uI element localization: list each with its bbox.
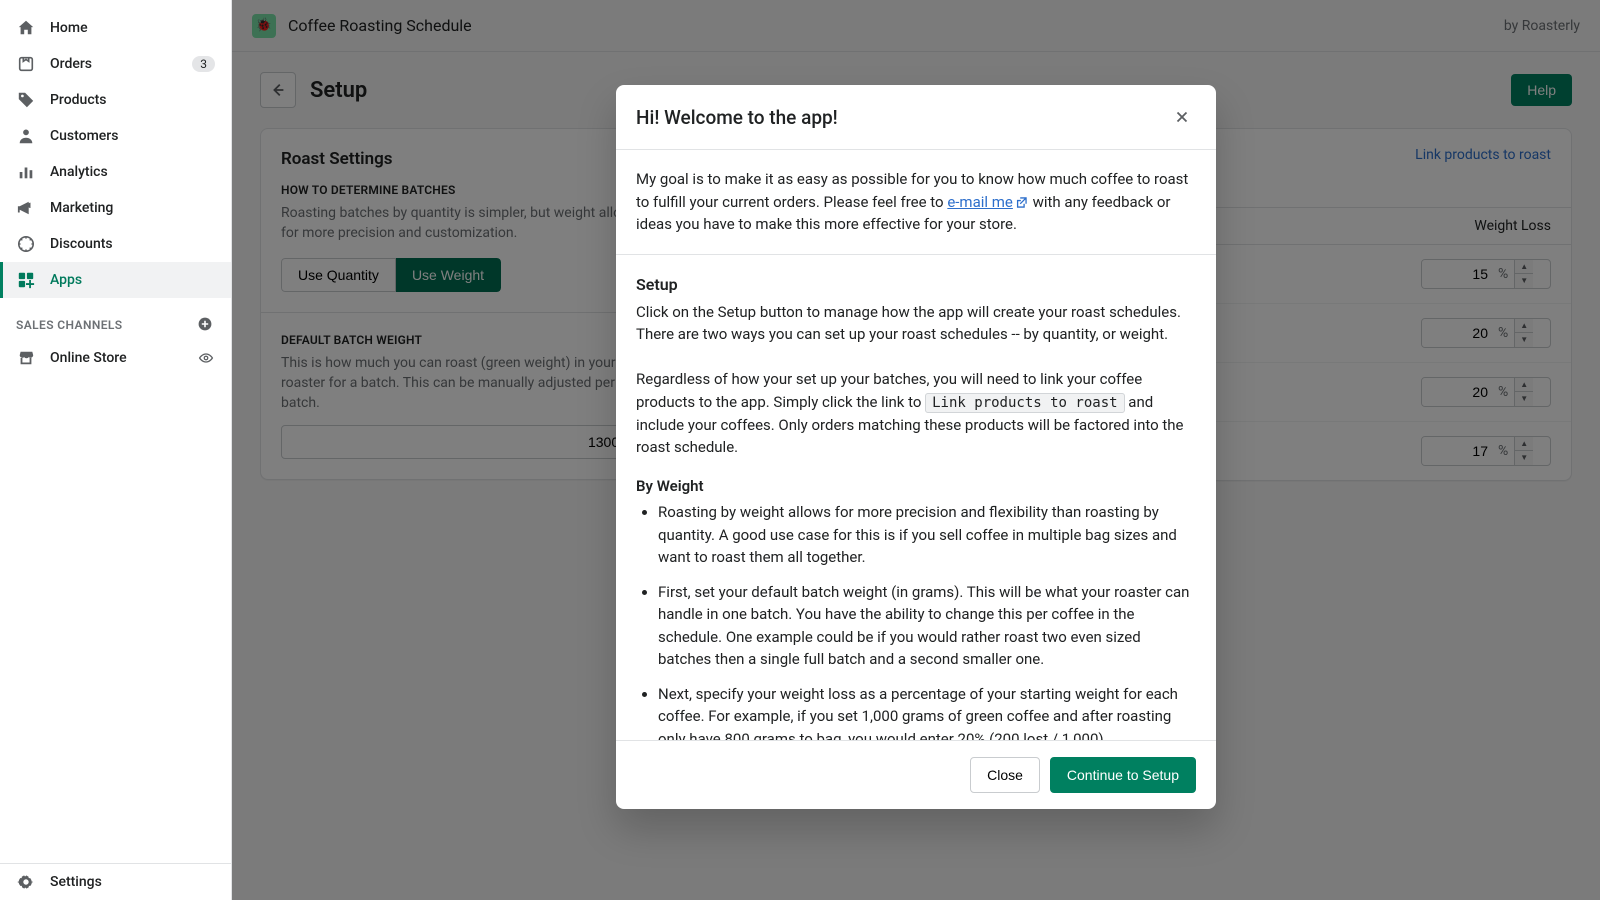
- nav-customers[interactable]: Customers: [0, 118, 231, 154]
- email-link[interactable]: e-mail me: [947, 193, 1029, 211]
- sales-channels-header: SALES CHANNELS: [0, 298, 231, 340]
- nav-label: Products: [50, 92, 107, 108]
- nav-discounts[interactable]: Discounts: [0, 226, 231, 262]
- nav-label: Online Store: [50, 350, 127, 366]
- close-button[interactable]: Close: [970, 757, 1040, 793]
- list-item: Next, specify your weight loss as a perc…: [658, 683, 1196, 741]
- nav-home[interactable]: Home: [0, 10, 231, 46]
- nav-orders[interactable]: Orders 3: [0, 46, 231, 82]
- nav-label: Orders: [50, 56, 92, 72]
- nav-label: Analytics: [50, 164, 108, 180]
- nav-label: Settings: [50, 874, 102, 890]
- nav-label: Home: [50, 20, 88, 36]
- welcome-modal: Hi! Welcome to the app! My goal is to ma…: [616, 85, 1216, 809]
- tag-icon: [16, 90, 36, 110]
- person-icon: [16, 126, 36, 146]
- megaphone-icon: [16, 198, 36, 218]
- code-pill: Link products to roast: [925, 393, 1124, 413]
- by-weight-list: Roasting by weight allows for more preci…: [636, 501, 1196, 740]
- orders-badge: 3: [192, 56, 215, 72]
- main: 🐞 Coffee Roasting Schedule by Roasterly …: [232, 0, 1600, 900]
- nav-label: Apps: [50, 272, 82, 288]
- nav-apps[interactable]: Apps: [0, 262, 231, 298]
- nav-marketing[interactable]: Marketing: [0, 190, 231, 226]
- bars-icon: [16, 162, 36, 182]
- setup-p1: Click on the Setup button to manage how …: [636, 301, 1196, 346]
- discount-icon: [16, 234, 36, 254]
- list-item: Roasting by weight allows for more preci…: [658, 501, 1196, 569]
- modal-overlay[interactable]: Hi! Welcome to the app! My goal is to ma…: [232, 0, 1600, 900]
- sidebar: Home Orders 3 Products Customers Analyti…: [0, 0, 232, 900]
- store-icon: [16, 348, 36, 368]
- nav-label: Marketing: [50, 200, 113, 216]
- nav-settings[interactable]: Settings: [0, 864, 231, 900]
- plus-circle-icon[interactable]: [197, 316, 215, 334]
- section-header-label: SALES CHANNELS: [16, 318, 123, 332]
- nav-label: Discounts: [50, 236, 113, 252]
- close-icon[interactable]: [1168, 103, 1196, 131]
- home-icon: [16, 18, 36, 38]
- apps-icon: [16, 270, 36, 290]
- nav-online-store[interactable]: Online Store: [0, 340, 231, 376]
- modal-body[interactable]: My goal is to make it as easy as possibl…: [616, 150, 1216, 740]
- gear-icon: [16, 872, 36, 892]
- modal-title: Hi! Welcome to the app!: [636, 106, 838, 129]
- orders-icon: [16, 54, 36, 74]
- eye-icon[interactable]: [197, 349, 215, 367]
- nav-analytics[interactable]: Analytics: [0, 154, 231, 190]
- nav-label: Customers: [50, 128, 118, 144]
- list-item: First, set your default batch weight (in…: [658, 581, 1196, 671]
- external-link-icon: [1015, 193, 1029, 207]
- continue-button[interactable]: Continue to Setup: [1050, 757, 1196, 793]
- by-weight-heading: By Weight: [636, 475, 1196, 498]
- nav-products[interactable]: Products: [0, 82, 231, 118]
- setup-p2: Regardless of how your set up your batch…: [636, 368, 1196, 459]
- setup-heading: Setup: [636, 273, 1196, 297]
- modal-intro: My goal is to make it as easy as possibl…: [636, 168, 1196, 236]
